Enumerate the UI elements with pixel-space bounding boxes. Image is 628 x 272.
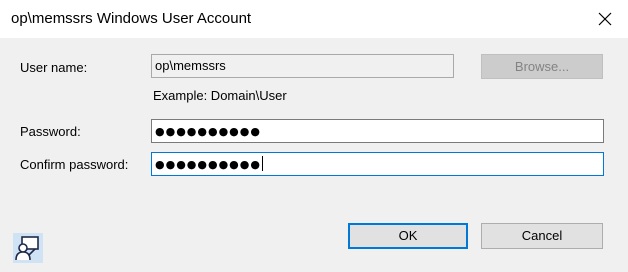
user-account-icon[interactable] [13, 233, 43, 263]
close-button[interactable] [582, 0, 628, 38]
confirm-password-field[interactable]: ●●●●●●●●●● [151, 152, 604, 176]
username-example-text: Example: Domain\User [153, 88, 287, 103]
password-mask: ●●●●●●●●●● [155, 125, 261, 138]
text-caret [261, 156, 263, 172]
ok-button[interactable]: OK [348, 223, 468, 249]
confirm-password-mask: ●●●●●●●●●● [155, 158, 261, 171]
title-bar: op\memssrs Windows User Account [0, 0, 628, 39]
close-icon [598, 12, 612, 26]
dialog-title: op\memssrs Windows User Account [11, 10, 252, 27]
username-field[interactable]: op\memssrs [151, 54, 454, 78]
cancel-button[interactable]: Cancel [481, 223, 603, 249]
user-account-dialog: op\memssrs Windows User Account User nam… [0, 0, 628, 272]
username-label: User name: [20, 60, 88, 75]
confirm-password-label: Confirm password: [20, 157, 129, 172]
password-field[interactable]: ●●●●●●●●●● [151, 119, 604, 143]
browse-button[interactable]: Browse... [481, 54, 603, 79]
password-label: Password: [20, 124, 81, 139]
